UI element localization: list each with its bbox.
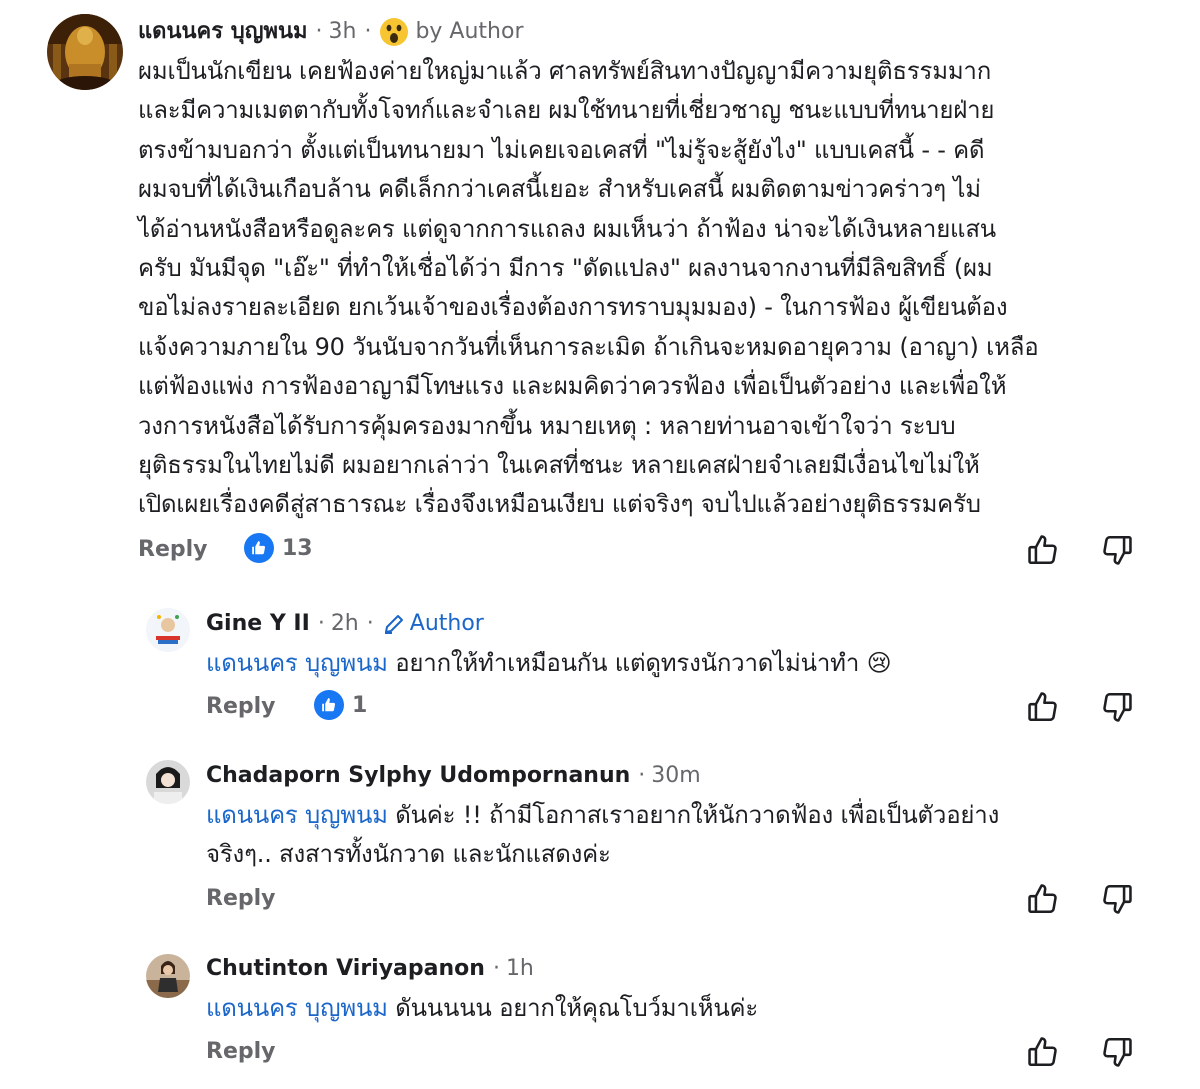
- pencil-icon: [382, 612, 406, 636]
- commenter-name[interactable]: Chadaporn Sylphy Udompornanun: [206, 760, 630, 792]
- comment-header: Gine Y II · 2h · Author: [206, 608, 484, 640]
- reply-button[interactable]: Reply: [206, 1039, 276, 1064]
- comment-time[interactable]: 1h: [506, 953, 534, 985]
- comment-actions: Reply: [206, 1035, 1138, 1075]
- comment-4: Chutinton Viriyapanon · 1h แดนนคร บุญพนม…: [0, 940, 1200, 1089]
- separator: ·: [366, 611, 374, 636]
- comment-header: Chutinton Viriyapanon · 1h: [206, 953, 534, 985]
- mention-link[interactable]: แดนนคร บุญพนม: [206, 649, 388, 677]
- comment-line: ครับ มันมีจุด "เอ๊ะ" ที่ทำให้เชื่อได้ว่า…: [138, 254, 993, 283]
- comment-text: แดนนคร บุญพนม อยากให้ทำเหมือนกัน แต่ดูทร…: [206, 644, 892, 683]
- commenter-name[interactable]: Chutinton Viriyapanon: [206, 953, 485, 985]
- comment-line: ขอไม่ลงรายละเอียด ยกเว้นเจ้าของเรื่องต้อ…: [138, 293, 1008, 322]
- comment-text: แดนนคร บุญพนม ดันค่ะ !! ถ้ามีโอกาสเราอยา…: [206, 796, 999, 875]
- comment-text: แดนนคร บุญพนม ดันนนนน อยากให้คุณโบว์มาเห…: [206, 989, 758, 1028]
- comment-line: แต่ฟ้องแพ่ง การฟ้องอาญามีโทษแรง และผมคิด…: [138, 372, 1007, 401]
- separator: ·: [364, 19, 372, 44]
- thumbs-up-icon[interactable]: [1026, 533, 1060, 567]
- comment-actions: Reply 13: [138, 533, 1138, 573]
- thumbs-up-icon[interactable]: [1026, 690, 1060, 724]
- separator: ·: [315, 19, 323, 44]
- comment-actions: Reply: [206, 882, 1138, 922]
- comment-line: แจ้งความภายใน 90 วันนับจากวันที่เห็นการล…: [138, 332, 1039, 361]
- like-count[interactable]: 1: [314, 690, 367, 720]
- crying-emoji-icon: 😢: [866, 649, 892, 677]
- comment-line-text: ดันนนนน อยากให้คุณโบว์มาเห็นค่ะ: [395, 994, 759, 1022]
- comment-3: Chadaporn Sylphy Udompornanun · 30m แดนน…: [0, 748, 1200, 928]
- mention-link[interactable]: แดนนคร บุญพนม: [206, 994, 388, 1022]
- like-badge-icon: [244, 533, 274, 563]
- commenter-name[interactable]: แดนนคร บุญพนม: [138, 16, 308, 48]
- author-badge: Author: [382, 608, 484, 640]
- thumbs-up-icon[interactable]: [1026, 1035, 1060, 1069]
- comment-line: แดนนคร บุญพนม อยากให้ทำเหมือนกัน แต่ดูทร…: [206, 644, 892, 683]
- comment-time[interactable]: 2h: [331, 608, 359, 640]
- comment-2: Gine Y II · 2h · Author แดนนคร บุญพนม อย…: [0, 596, 1200, 736]
- author-badge-label: Author: [409, 611, 484, 636]
- like-count-value: 1: [352, 692, 368, 718]
- comment-line: ตรงข้ามบอกว่า ตั้งแต่เป็นทนายมา ไม่เคยเจ…: [138, 135, 985, 164]
- comment-line: ผมจบที่ได้เงินเกือบล้าน คดีเล็กกว่าเคสนี…: [138, 175, 981, 204]
- separator: ·: [317, 611, 325, 636]
- reply-button[interactable]: Reply: [206, 886, 276, 911]
- comment-line: ได้อ่านหนังสือหรือดูละคร แต่ดูจากการแถลง…: [138, 214, 996, 243]
- comment-line: จริงๆ.. สงสารทั้งนักวาด และนักแสดงค่ะ: [206, 840, 611, 869]
- like-badge-icon: [314, 690, 344, 720]
- comment-header: Chadaporn Sylphy Udompornanun · 30m: [206, 760, 701, 792]
- comment-line: แดนนคร บุญพนม ดันค่ะ !! ถ้ามีโอกาสเราอยา…: [206, 796, 999, 835]
- comment-line: และมีความเมตตากับทั้งโจทก์และจำเลย ผมใช้…: [138, 96, 995, 125]
- comment-line-text: อยากให้ทำเหมือนกัน แต่ดูทรงนักวาดไม่น่าท…: [395, 649, 860, 677]
- commenter-name[interactable]: Gine Y II: [206, 608, 310, 640]
- author-badge: by Author: [415, 19, 524, 44]
- thumbs-down-icon[interactable]: [1100, 1035, 1134, 1069]
- comment-line-text: ดันค่ะ !! ถ้ามีโอกาสเราอยากให้นักวาดฟ้อง…: [395, 801, 1000, 829]
- like-count[interactable]: 13: [244, 533, 313, 563]
- separator: ·: [638, 763, 646, 788]
- comment-line: ผมเป็นนักเขียน เคยฟ้องค่ายใหญ่มาแล้ว ศาล…: [138, 57, 992, 85]
- comment-line: ยุติธรรมในไทยไม่ดี ผมอยากเล่าว่า ในเคสที…: [138, 451, 980, 480]
- thumbs-down-icon[interactable]: [1100, 533, 1134, 567]
- thumbs-down-icon[interactable]: [1100, 690, 1134, 724]
- comment-header: แดนนคร บุญพนม · 3h · by Author: [138, 16, 524, 48]
- comment-line: เปิดเผยเรื่องคดีสู่สาธารณะ เรื่องจึงเหมื…: [138, 490, 981, 519]
- comment-time[interactable]: 30m: [651, 760, 700, 792]
- comment-time[interactable]: 3h: [329, 16, 357, 48]
- like-count-value: 13: [282, 535, 313, 561]
- comment-actions: Reply 1: [206, 690, 1138, 730]
- wow-emoji-icon: [379, 17, 409, 47]
- reply-button[interactable]: Reply: [206, 694, 276, 719]
- avatar[interactable]: [146, 954, 190, 998]
- comment-line: วงการหนังสือได้รับการคุ้มครองมากขึ้น หมา…: [138, 411, 956, 440]
- separator: ·: [492, 956, 500, 981]
- mention-link[interactable]: แดนนคร บุญพนม: [206, 801, 388, 829]
- comment-text: ผมเป็นนักเขียน เคยฟ้องค่ายใหญ่มาแล้ว ศาล…: [138, 52, 1039, 525]
- reply-button[interactable]: Reply: [138, 537, 208, 562]
- avatar[interactable]: [47, 14, 123, 90]
- thumbs-down-icon[interactable]: [1100, 882, 1134, 916]
- avatar[interactable]: [146, 760, 190, 804]
- comment-line: แดนนคร บุญพนม ดันนนนน อยากให้คุณโบว์มาเห…: [206, 989, 758, 1028]
- thumbs-up-icon[interactable]: [1026, 882, 1060, 916]
- avatar[interactable]: [146, 608, 190, 652]
- comment-1: แดนนคร บุญพนม · 3h · by Author ผมเป็นนัก…: [0, 0, 1200, 580]
